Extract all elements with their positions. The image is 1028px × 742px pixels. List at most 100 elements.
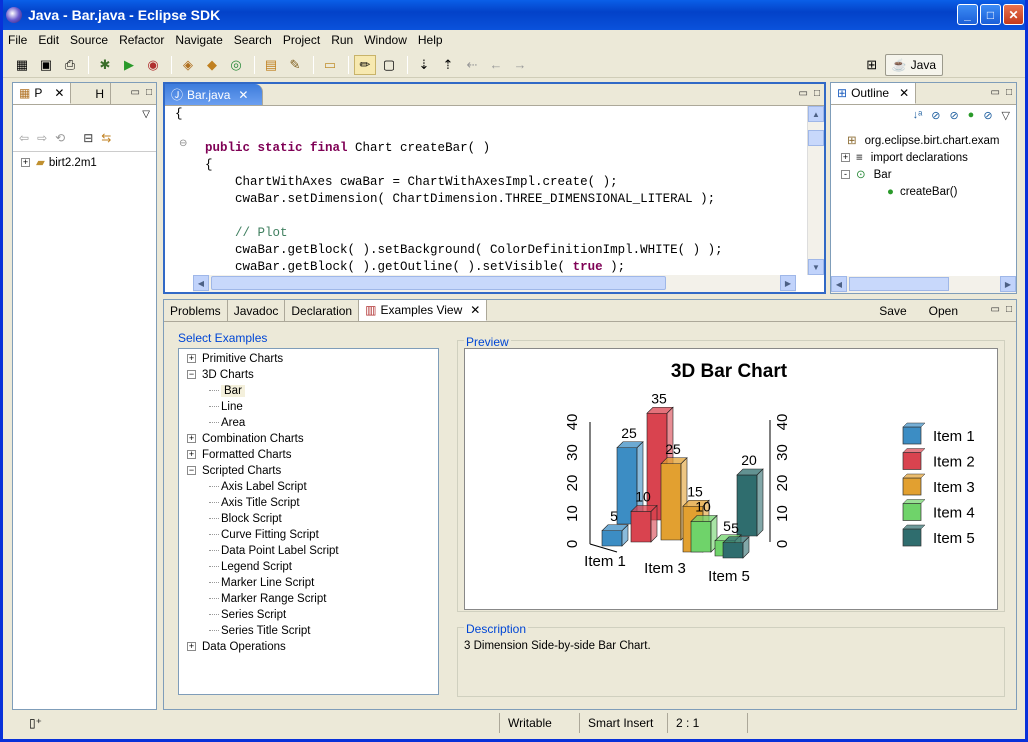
maximize-view-icon[interactable]: □ bbox=[1006, 304, 1012, 315]
tree-item[interactable]: Marker Line Script bbox=[209, 575, 314, 591]
back-nav-icon[interactable]: ⇦ bbox=[19, 131, 29, 145]
print-icon[interactable]: ⎙ bbox=[59, 55, 81, 75]
minimize-view-icon[interactable]: ▭ bbox=[991, 304, 1000, 315]
hide-static-icon[interactable]: ⊘ bbox=[949, 109, 958, 122]
sort-icon[interactable]: ↓ᵃ bbox=[913, 109, 923, 122]
run-icon[interactable]: ▶ bbox=[118, 55, 140, 75]
close-tab-icon[interactable]: ✕ bbox=[54, 86, 64, 100]
menu-refactor[interactable]: Refactor bbox=[119, 33, 164, 47]
menu-navigate[interactable]: Navigate bbox=[175, 33, 222, 47]
minimize-view-icon[interactable]: ▭ bbox=[131, 87, 140, 98]
maximize-view-icon[interactable]: □ bbox=[814, 88, 820, 99]
menu-help[interactable]: Help bbox=[418, 33, 443, 47]
java-perspective-button[interactable]: ☕ Java bbox=[884, 54, 943, 76]
tree-item-project[interactable]: + ▰ birt2.2m1 bbox=[21, 155, 97, 171]
external-tools-icon[interactable]: ◉ bbox=[142, 55, 164, 75]
menu-search[interactable]: Search bbox=[234, 33, 272, 47]
tree-item[interactable]: Marker Range Script bbox=[209, 591, 326, 607]
save-icon[interactable]: ▣ bbox=[35, 55, 57, 75]
expand-icon[interactable]: + bbox=[187, 450, 196, 460]
tree-item[interactable]: Area bbox=[209, 415, 245, 431]
outline-item-imports[interactable]: + ≡ import declarations bbox=[841, 150, 968, 166]
menu-edit[interactable]: Edit bbox=[38, 33, 59, 47]
tree-item[interactable]: Series Script bbox=[209, 607, 286, 623]
close-tab-icon[interactable]: ✕ bbox=[238, 88, 248, 102]
minimize-view-icon[interactable]: ▭ bbox=[799, 88, 808, 99]
menu-run[interactable]: Run bbox=[331, 33, 353, 47]
last-edit-icon[interactable]: ⇠ bbox=[461, 55, 483, 75]
tree-item[interactable]: + Primitive Charts bbox=[187, 351, 283, 367]
tree-item[interactable]: + Formatted Charts bbox=[187, 447, 291, 463]
prev-annotation-icon[interactable]: ⇡ bbox=[437, 55, 459, 75]
tab-javadoc[interactable]: Javadoc bbox=[228, 300, 286, 321]
menu-source[interactable]: Source bbox=[70, 33, 108, 47]
collapse-all-icon[interactable]: ⊟ bbox=[83, 131, 93, 145]
tree-item[interactable]: Curve Fitting Script bbox=[209, 527, 319, 543]
tab-outline[interactable]: ⊞ Outline ✕ bbox=[831, 83, 917, 104]
collapse-icon[interactable]: − bbox=[187, 370, 196, 380]
tree-item[interactable]: + Combination Charts bbox=[187, 431, 304, 447]
open-folder-icon[interactable]: ▭ bbox=[319, 55, 341, 75]
open-type-icon[interactable]: ▤ bbox=[260, 55, 282, 75]
tree-item[interactable]: Axis Title Script bbox=[209, 495, 300, 511]
tree-item[interactable]: Bar bbox=[209, 383, 245, 399]
hide-fields-icon[interactable]: ⊘ bbox=[931, 109, 940, 122]
tree-item[interactable]: + Data Operations bbox=[187, 639, 286, 655]
hide-local-types-icon[interactable]: ⊘ bbox=[983, 109, 992, 122]
open-perspective-icon[interactable]: ⊞ bbox=[861, 55, 883, 75]
menu-project[interactable]: Project bbox=[283, 33, 320, 47]
tab-package-explorer[interactable]: ▦ P ✕ bbox=[13, 83, 72, 104]
tree-item[interactable]: − Scripted Charts bbox=[187, 463, 281, 479]
mark-occurrences-icon[interactable]: ✏ bbox=[354, 54, 376, 75]
tab-examples-view[interactable]: ▥ Examples View ✕ bbox=[359, 300, 488, 321]
close-button[interactable]: ✕ bbox=[1003, 4, 1024, 25]
vertical-scrollbar[interactable]: ▲ ▼ bbox=[807, 106, 824, 275]
tab-problems[interactable]: Problems bbox=[164, 300, 228, 321]
tab-bar-java[interactable]: Ⓙ Bar.java ✕ bbox=[165, 84, 264, 105]
fast-view-icon[interactable]: ▯⁺ bbox=[29, 716, 369, 730]
outline-item-method[interactable]: ● createBar() bbox=[887, 184, 957, 200]
horizontal-scrollbar[interactable]: ◀ ▶ bbox=[193, 275, 796, 292]
minimize-view-icon[interactable]: ▭ bbox=[991, 87, 1000, 98]
view-menu-icon[interactable]: ▽ bbox=[142, 109, 150, 120]
outline-item-package[interactable]: ⊞ org.eclipse.birt.chart.exam bbox=[847, 133, 1000, 149]
menu-file[interactable]: File bbox=[8, 33, 27, 47]
minimize-button[interactable]: _ bbox=[957, 4, 978, 25]
expand-icon[interactable]: + bbox=[187, 642, 196, 652]
back-icon[interactable]: ← bbox=[485, 55, 507, 75]
new-java-project-icon[interactable]: ◈ bbox=[177, 55, 199, 75]
maximize-view-icon[interactable]: □ bbox=[146, 87, 152, 98]
maximize-button[interactable]: □ bbox=[980, 4, 1001, 25]
up-nav-icon[interactable]: ⟲ bbox=[55, 131, 65, 145]
debug-icon[interactable]: ✱ bbox=[94, 55, 116, 75]
tree-item[interactable]: Legend Script bbox=[209, 559, 292, 575]
close-tab-icon[interactable]: ✕ bbox=[470, 303, 480, 317]
collapse-icon[interactable]: − bbox=[187, 466, 196, 476]
new-package-icon[interactable]: ◆ bbox=[201, 55, 223, 75]
new-class-icon[interactable]: ◎ bbox=[225, 55, 247, 75]
menu-window[interactable]: Window bbox=[364, 33, 407, 47]
tree-item[interactable]: Series Title Script bbox=[209, 623, 310, 639]
search-icon[interactable]: ✎ bbox=[284, 55, 306, 75]
view-menu-icon[interactable]: ▽ bbox=[1002, 109, 1010, 122]
maximize-view-icon[interactable]: □ bbox=[1006, 87, 1012, 98]
outline-item-class[interactable]: - ⊙ Bar bbox=[841, 167, 892, 183]
tab-hierarchy[interactable]: H bbox=[71, 83, 112, 104]
expand-icon[interactable]: + bbox=[187, 354, 196, 364]
code-area[interactable]: { public static final Chart createBar( )… bbox=[175, 106, 795, 274]
tree-item[interactable]: −3D Charts bbox=[187, 367, 254, 383]
new-icon[interactable]: ▦ bbox=[11, 55, 33, 75]
link-editor-icon[interactable]: ⇆ bbox=[101, 131, 111, 145]
next-annotation-icon[interactable]: ⇣ bbox=[413, 55, 435, 75]
expand-icon[interactable]: + bbox=[187, 434, 196, 444]
hide-nonpublic-icon[interactable]: ● bbox=[968, 109, 975, 122]
tree-item[interactable]: Block Script bbox=[209, 511, 282, 527]
horizontal-scrollbar[interactable]: ◀ ▶ bbox=[831, 276, 1016, 293]
tree-item[interactable]: Data Point Label Script bbox=[209, 543, 339, 559]
close-tab-icon[interactable]: ✕ bbox=[899, 86, 909, 100]
tab-declaration[interactable]: Declaration bbox=[285, 300, 360, 321]
tree-item[interactable]: Axis Label Script bbox=[209, 479, 307, 495]
block-selection-icon[interactable]: ▢ bbox=[378, 55, 400, 75]
open-button[interactable]: Open bbox=[929, 304, 958, 318]
tree-item[interactable]: Line bbox=[209, 399, 243, 415]
